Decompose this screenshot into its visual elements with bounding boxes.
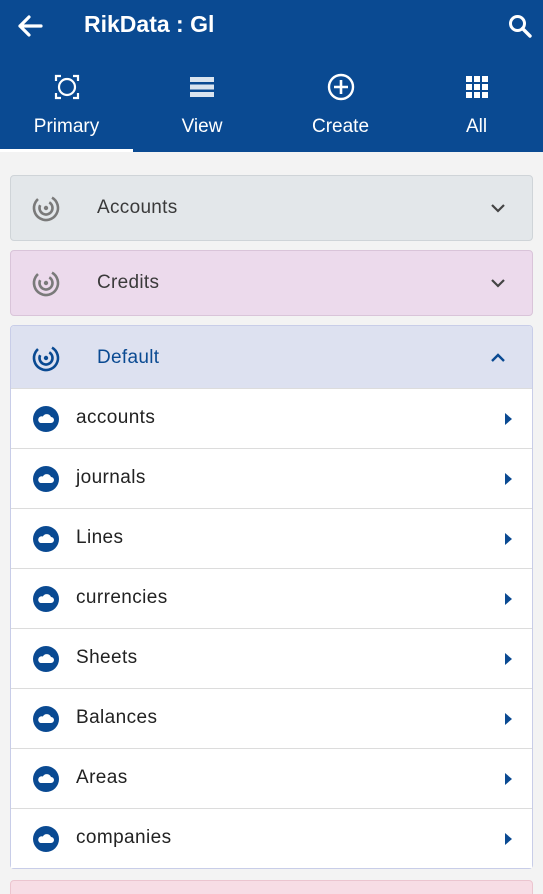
list-item-journals[interactable]: journals — [11, 448, 532, 508]
cloud-icon — [33, 526, 59, 552]
grid-icon — [462, 72, 492, 102]
cloud-icon — [33, 766, 59, 792]
list-item-label: journals — [76, 467, 146, 488]
list-item-areas[interactable]: Areas — [11, 748, 532, 808]
caret-right-icon — [505, 713, 512, 725]
tab-label: All — [465, 116, 488, 137]
search-icon — [509, 15, 532, 38]
list-item-label: accounts — [76, 407, 156, 428]
tab-label: View — [181, 116, 223, 137]
group-default: Default accounts journals Lines currenci… — [10, 325, 533, 869]
cloud-icon — [33, 466, 59, 492]
tab-view[interactable]: View — [133, 62, 271, 152]
list-item-balances[interactable]: Balances — [11, 688, 532, 748]
entity-list: accounts journals Lines currencies Sheet… — [11, 388, 532, 868]
tab-create[interactable]: Create — [271, 62, 410, 152]
list-item-lines[interactable]: Lines — [11, 508, 532, 568]
list-item-label: Balances — [76, 707, 158, 728]
page-title: RikData : Gl — [84, 11, 215, 37]
tab-label: Primary — [33, 116, 100, 137]
caret-right-icon — [505, 833, 512, 845]
radar-icon — [32, 344, 60, 372]
cloud-icon — [33, 706, 59, 732]
cloud-icon — [33, 406, 59, 432]
list-item-companies[interactable]: companies — [11, 808, 532, 868]
cloud-icon — [33, 826, 59, 852]
chevron-up-icon — [491, 353, 505, 362]
list-item-sheets[interactable]: Sheets — [11, 628, 532, 688]
caret-right-icon — [505, 593, 512, 605]
list-item-accounts[interactable]: accounts — [11, 388, 532, 448]
search-button[interactable] — [503, 10, 537, 42]
tab-all[interactable]: All — [410, 62, 543, 152]
list-item-label: companies — [76, 827, 172, 848]
list-item-label: Lines — [76, 527, 124, 548]
list-item-currencies[interactable]: currencies — [11, 568, 532, 628]
cloud-icon — [33, 586, 59, 612]
tab-bar: Primary View Create All — [0, 62, 543, 152]
back-button[interactable] — [14, 10, 46, 42]
radar-icon — [32, 269, 60, 297]
group-label: Default — [97, 347, 160, 368]
group-label: Accounts — [97, 197, 178, 218]
tab-primary[interactable]: Primary — [0, 62, 133, 152]
arrow-left-icon — [18, 15, 43, 37]
group-accounts: Accounts — [10, 175, 533, 241]
radar-icon — [32, 194, 60, 222]
target-scan-icon — [52, 72, 82, 102]
caret-right-icon — [505, 653, 512, 665]
caret-right-icon — [505, 413, 512, 425]
caret-right-icon — [505, 773, 512, 785]
chevron-down-icon — [491, 279, 505, 288]
plus-circle-icon — [326, 72, 356, 102]
list-item-label: currencies — [76, 587, 168, 608]
group-label: Credits — [97, 272, 160, 293]
chevron-down-icon — [491, 204, 505, 213]
app-header: RikData : Gl Primary View Create All — [0, 0, 543, 152]
list-item-label: Sheets — [76, 647, 138, 668]
caret-right-icon — [505, 473, 512, 485]
tab-label: Create — [311, 116, 370, 137]
list-icon — [187, 72, 217, 102]
group-next-partial[interactable] — [10, 880, 533, 894]
group-header-default[interactable]: Default — [11, 326, 532, 388]
group-credits: Credits — [10, 250, 533, 316]
list-item-label: Areas — [76, 767, 128, 788]
group-header-credits[interactable]: Credits — [11, 251, 532, 315]
group-header-accounts[interactable]: Accounts — [11, 176, 532, 240]
cloud-icon — [33, 646, 59, 672]
caret-right-icon — [505, 533, 512, 545]
